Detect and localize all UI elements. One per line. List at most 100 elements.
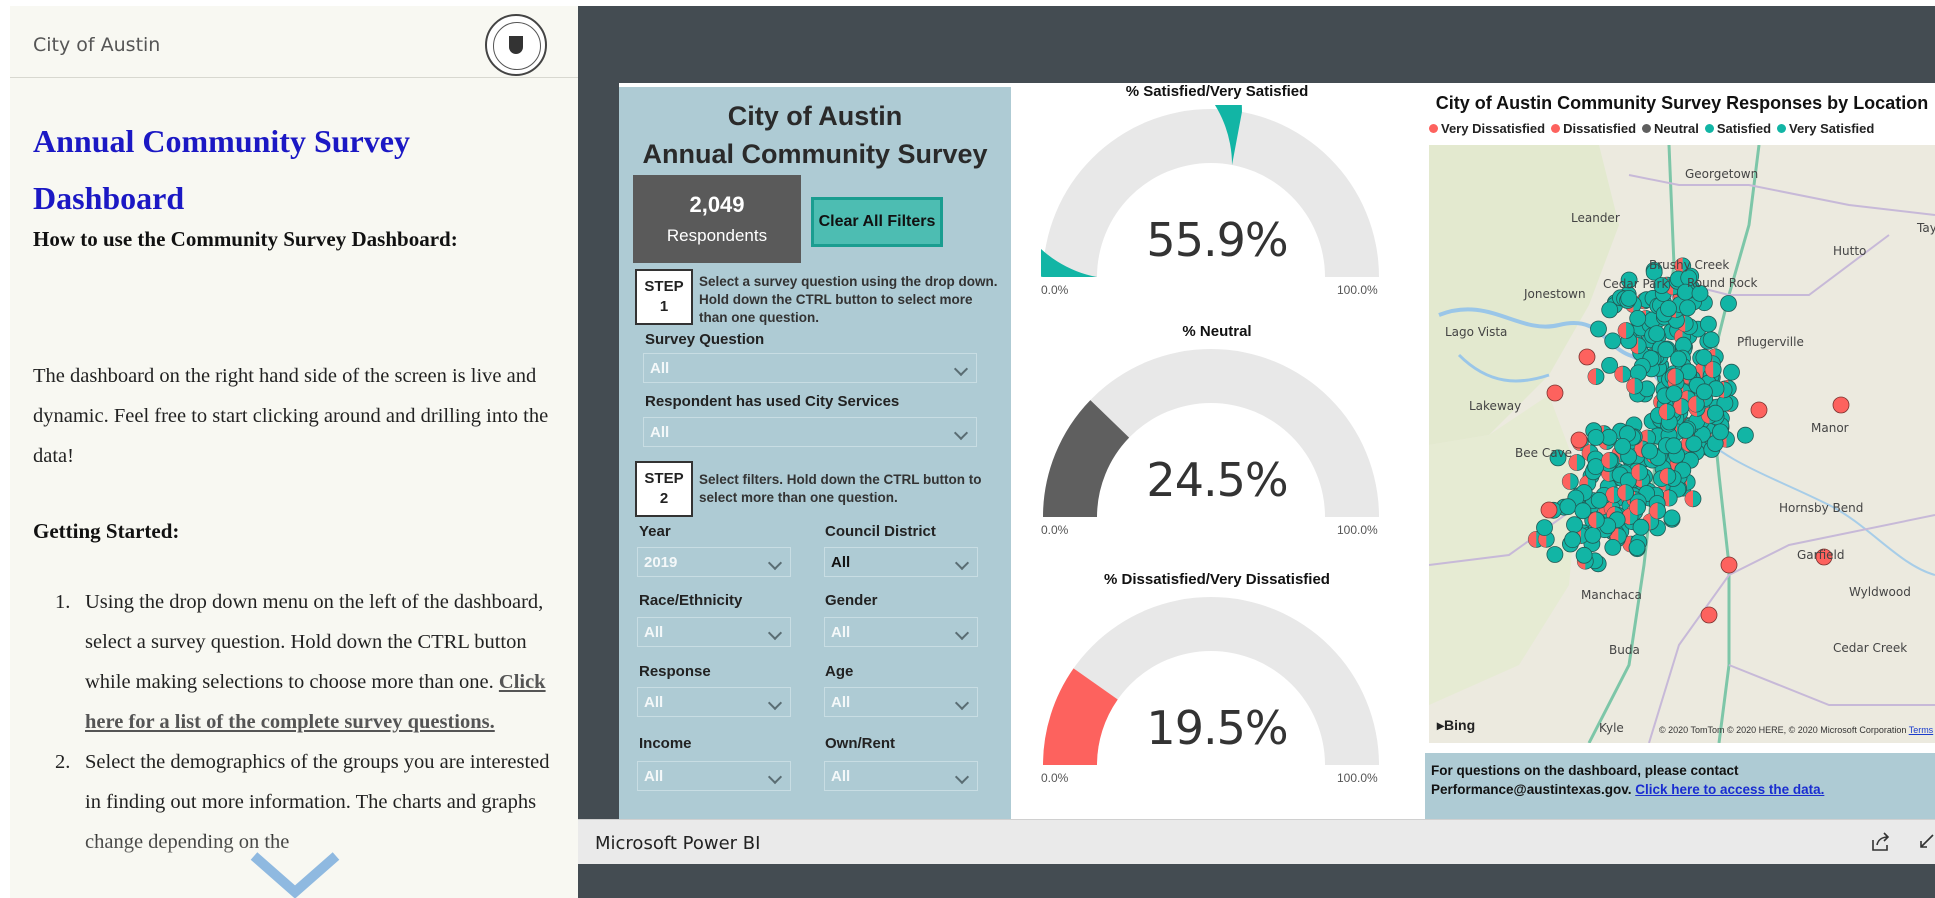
response-point[interactable] <box>1667 368 1685 385</box>
response-point[interactable] <box>1564 531 1582 549</box>
response-point[interactable] <box>1601 451 1619 469</box>
expand-icon[interactable] <box>1919 833 1935 849</box>
gender-dropdown[interactable]: All <box>824 617 978 647</box>
list-number: 2. <box>55 751 71 773</box>
access-data-link[interactable]: Click here to access the data. <box>1635 782 1824 797</box>
age-dropdown[interactable]: All <box>824 687 978 717</box>
map-place-label: Manor <box>1811 421 1849 435</box>
share-icon[interactable] <box>1870 831 1892 853</box>
response-point[interactable] <box>1677 421 1695 439</box>
race-dropdown[interactable]: All <box>637 617 791 647</box>
legend-item[interactable]: Satisfied <box>1704 121 1771 136</box>
response-point[interactable] <box>1699 315 1717 333</box>
responses-map[interactable]: Georgetown Leander Hutto Brushy Creek Ro… <box>1429 145 1935 743</box>
response-point[interactable] <box>1574 502 1592 520</box>
response-point[interactable] <box>1587 429 1605 446</box>
response-point[interactable] <box>1584 526 1602 544</box>
powerbi-footer: Microsoft Power BI <box>578 819 1935 864</box>
response-point[interactable] <box>1832 396 1850 414</box>
response-point[interactable] <box>1540 501 1558 519</box>
own-rent-dropdown[interactable]: All <box>824 761 978 791</box>
response-value: All <box>644 694 664 711</box>
powerbi-brand-link[interactable]: Microsoft Power BI <box>595 833 760 854</box>
bing-label: Bing <box>1444 717 1476 733</box>
response-point[interactable] <box>1546 384 1564 402</box>
response-point[interactable] <box>1695 383 1713 401</box>
response-point[interactable] <box>1561 473 1579 490</box>
response-point[interactable] <box>1648 325 1666 343</box>
response-point[interactable] <box>1629 309 1647 327</box>
response-point[interactable] <box>1632 518 1650 536</box>
legend-item[interactable]: Very Satisfied <box>1777 121 1874 136</box>
response-point[interactable] <box>1587 458 1605 476</box>
response-point[interactable] <box>1641 442 1659 460</box>
response-point[interactable] <box>1670 350 1687 368</box>
response-point[interactable] <box>1536 519 1553 537</box>
response-point[interactable] <box>1750 401 1768 419</box>
response-point[interactable] <box>1649 502 1667 520</box>
response-point[interactable] <box>1684 490 1702 508</box>
response-point[interactable] <box>1706 404 1724 422</box>
response-point[interactable] <box>1546 546 1564 563</box>
used-services-dropdown[interactable]: All <box>643 417 977 447</box>
legend-label: Dissatisfied <box>1563 121 1637 136</box>
response-point[interactable] <box>1566 516 1583 534</box>
survey-question-label: Survey Question <box>645 331 765 348</box>
response-point[interactable] <box>1665 437 1683 455</box>
response-point[interactable] <box>1631 463 1649 481</box>
response-point[interactable] <box>1711 423 1729 441</box>
gauge-title: % Satisfied/Very Satisfied <box>1125 83 1309 100</box>
response-dropdown[interactable]: All <box>637 687 791 717</box>
legend-item[interactable]: Neutral <box>1642 121 1699 136</box>
response-point[interactable] <box>1736 426 1754 444</box>
response-point[interactable] <box>1629 498 1647 516</box>
survey-question-dropdown[interactable]: All <box>643 353 977 383</box>
response-point[interactable] <box>1704 361 1722 379</box>
response-point[interactable] <box>1570 431 1588 449</box>
legend-item[interactable]: Very Dissatisfied <box>1429 121 1545 136</box>
response-point[interactable] <box>1628 539 1646 557</box>
map-place-label: Cedar Creek <box>1833 641 1908 655</box>
response-point[interactable] <box>1659 467 1677 485</box>
response-point[interactable] <box>1720 295 1737 312</box>
city-seal-logo[interactable] <box>485 14 547 76</box>
council-district-dropdown[interactable]: All <box>824 547 978 577</box>
response-point[interactable] <box>1665 385 1683 403</box>
response-point[interactable] <box>1620 289 1638 307</box>
response-point[interactable] <box>1587 511 1605 529</box>
year-dropdown[interactable]: 2019 <box>637 547 791 577</box>
response-point[interactable] <box>1604 332 1622 350</box>
response-point[interactable] <box>1660 300 1677 317</box>
response-point[interactable] <box>1614 437 1632 455</box>
response-point[interactable] <box>1663 509 1681 527</box>
income-dropdown[interactable]: All <box>637 761 791 791</box>
gender-value: All <box>831 624 851 641</box>
response-point[interactable] <box>1604 538 1622 556</box>
response-point[interactable] <box>1614 365 1632 383</box>
response-point[interactable] <box>1617 484 1635 502</box>
response-point[interactable] <box>1700 606 1718 624</box>
site-title[interactable]: City of Austin <box>33 34 160 56</box>
response-point[interactable] <box>1679 299 1697 317</box>
contact-footer: For questions on the dashboard, please c… <box>1425 753 1935 819</box>
chevron-down-icon[interactable] <box>250 852 340 898</box>
response-point[interactable] <box>1601 301 1619 319</box>
gauge-value: 55.9% <box>1146 213 1288 267</box>
response-point[interactable] <box>1626 377 1644 395</box>
response-point[interactable] <box>1723 363 1740 381</box>
response-point[interactable] <box>1617 322 1635 339</box>
clear-all-filters-button[interactable]: Clear All Filters <box>811 197 943 247</box>
response-point[interactable] <box>1587 368 1605 386</box>
intro-paragraph: The dashboard on the right hand side of … <box>33 365 549 467</box>
response-point[interactable] <box>1590 320 1607 338</box>
response-point[interactable] <box>1658 403 1676 421</box>
response-point[interactable] <box>1590 491 1608 509</box>
terms-link[interactable]: Terms <box>1909 725 1934 735</box>
gauge-title: % Neutral <box>1182 323 1252 340</box>
response-point[interactable] <box>1559 498 1577 516</box>
legend-item[interactable]: Dissatisfied <box>1551 121 1636 136</box>
response-point[interactable] <box>1720 556 1738 574</box>
response-point[interactable] <box>1578 348 1596 366</box>
response-point[interactable] <box>1702 331 1720 349</box>
response-point[interactable] <box>1575 546 1593 564</box>
